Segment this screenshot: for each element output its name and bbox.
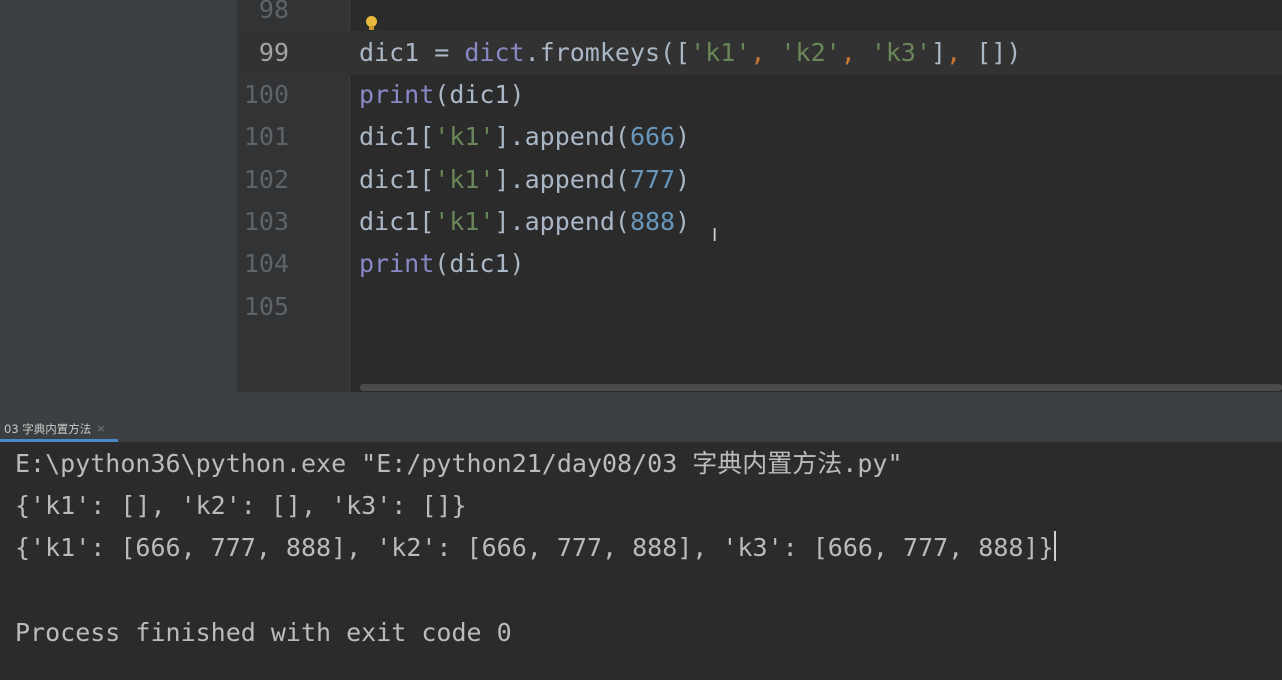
number-token: 888	[629, 207, 676, 236]
string-token: 'k2'	[780, 38, 841, 67]
code-token: dic1[	[359, 165, 435, 194]
line-number: 103	[243, 207, 289, 236]
text-caret	[1053, 531, 1056, 561]
code-token: (dic1)	[434, 249, 525, 278]
lightbulb-icon[interactable]	[366, 16, 377, 30]
code-token: )	[675, 207, 691, 236]
run-tab-label: 03 字典内置方法	[4, 421, 92, 436]
builtin-token: print	[359, 80, 435, 109]
project-panel	[0, 0, 237, 415]
code-token: ]	[931, 38, 947, 67]
line-number: 102	[243, 165, 289, 194]
line-number: 100	[243, 80, 289, 109]
code-token: =	[419, 38, 465, 67]
code-line-100[interactable]: print(dic1)	[359, 74, 525, 116]
line-number: 101	[243, 122, 289, 151]
console-line-output: {'k1': [], 'k2': [], 'k3': []}	[15, 491, 467, 520]
comma-token: ,	[750, 38, 781, 67]
console-line-command: E:\python36\python.exe "E:/python21/day0…	[15, 449, 903, 478]
line-number: 104	[243, 249, 289, 278]
close-icon[interactable]: ×	[96, 422, 105, 435]
code-token: )	[675, 165, 691, 194]
run-tab[interactable]: 03 字典内置方法 ×	[0, 415, 118, 442]
code-line-104[interactable]: print(dic1)	[359, 243, 525, 285]
code-token: (dic1)	[434, 80, 525, 109]
builtin-token: dict	[464, 38, 525, 67]
code-token: ].append(	[494, 122, 630, 151]
console-line-output: {'k1': [666, 777, 888], 'k2': [666, 777,…	[15, 527, 1056, 569]
scrollbar-thumb[interactable]	[360, 384, 1282, 391]
code-token: .fromkeys([	[524, 38, 691, 67]
text-cursor-icon: Ⅰ	[712, 225, 718, 246]
run-console[interactable]: E:\python36\python.exe "E:/python21/day0…	[0, 442, 1282, 680]
comma-token: ,	[840, 38, 871, 67]
code-line-101[interactable]: dic1['k1'].append(666)	[359, 116, 690, 158]
run-tab-bar: 03 字典内置方法 ×	[0, 415, 1282, 443]
number-token: 666	[629, 122, 676, 151]
code-token: dic1	[359, 38, 420, 67]
line-number-current: 99	[258, 38, 289, 67]
code-token: dic1[	[359, 207, 435, 236]
comma-token: ,	[946, 38, 977, 67]
code-token: ].append(	[494, 165, 630, 194]
string-token: 'k1'	[690, 38, 751, 67]
string-token: 'k1'	[434, 122, 495, 151]
console-output-text: {'k1': [666, 777, 888], 'k2': [666, 777,…	[15, 533, 1054, 562]
code-line-102[interactable]: dic1['k1'].append(777)	[359, 159, 690, 201]
string-token: 'k1'	[434, 207, 495, 236]
number-token: 777	[629, 165, 676, 194]
string-token: 'k3'	[870, 38, 932, 67]
line-number: 105	[243, 292, 289, 321]
line-number: 98	[258, 0, 289, 24]
code-token: [])	[976, 38, 1022, 67]
string-token: 'k1'	[434, 165, 495, 194]
console-line-exit: Process finished with exit code 0	[15, 618, 512, 647]
builtin-token: print	[359, 249, 435, 278]
editor-bottom-bar	[237, 392, 1282, 415]
code-token: ].append(	[494, 207, 630, 236]
code-line-103[interactable]: dic1['k1'].append(888)	[359, 201, 690, 243]
code-token: dic1[	[359, 122, 435, 151]
code-token: )	[675, 122, 691, 151]
code-line-99[interactable]: dic1 = dict.fromkeys(['k1', 'k2', 'k3'],…	[359, 32, 1021, 74]
